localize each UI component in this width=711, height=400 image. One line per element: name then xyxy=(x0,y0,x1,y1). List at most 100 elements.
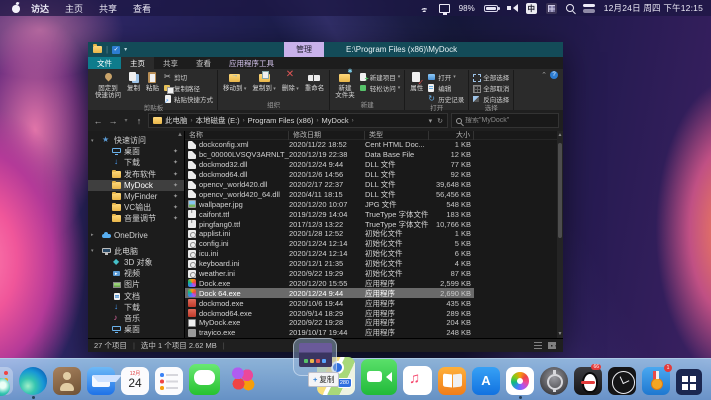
ribbon-button-新建项目[interactable]: 新建项目▾ xyxy=(359,72,402,83)
ribbon-collapse-icon[interactable]: ⌃ xyxy=(541,71,547,79)
menu-bar-clock[interactable]: 12月24日 周四 下午12:15 xyxy=(604,2,703,14)
apple-menu-icon[interactable] xyxy=(12,3,21,13)
sidebar-section-OneDrive[interactable]: ▸ OneDrive xyxy=(88,230,184,241)
sidebar-item-MyDock[interactable]: MyDock ✦ xyxy=(88,179,184,191)
sidebar-item-下载[interactable]: 下载 xyxy=(88,302,184,313)
sidebar-item-图片[interactable]: 图片 xyxy=(88,279,184,290)
sidebar-section-快速访问[interactable]: ▾快速访问 xyxy=(88,135,184,146)
reminders-icon[interactable] xyxy=(155,367,183,395)
calendar-icon[interactable]: 12月 24 xyxy=(121,367,149,395)
sidebar-section-此电脑[interactable]: ▾ 此电脑 xyxy=(88,246,184,257)
ribbon-tab-1[interactable]: 主页 xyxy=(121,57,154,69)
ribbon-button-粘贴快捷方式[interactable]: 粘贴快捷方式 xyxy=(163,94,214,105)
ribbon-button-打开[interactable]: 打开 ▾ xyxy=(427,72,465,82)
ribbon-button-重命名[interactable]: 重命名 xyxy=(303,70,327,93)
chevron-icon[interactable]: ▸ xyxy=(91,232,94,238)
breadcrumb-item-2[interactable]: Program Files (x86) xyxy=(248,116,314,125)
chevron-icon[interactable]: ▾ xyxy=(91,248,94,254)
up-button[interactable]: ↑ xyxy=(133,116,145,126)
control-center-icon[interactable] xyxy=(582,3,595,13)
ribbon-tab-4[interactable]: 应用程序工具 xyxy=(220,57,283,69)
mail-icon[interactable] xyxy=(87,367,122,395)
input-method-icon[interactable]: 中 xyxy=(525,2,537,14)
ribbon-button-新建文件夹[interactable]: 新建文件夹 xyxy=(333,69,357,100)
ribbon-button-剪切[interactable]: 剪切 xyxy=(163,72,214,82)
ribbon-tab-0[interactable]: 文件 xyxy=(88,57,121,69)
sidebar-item-下载[interactable]: 下载✦ xyxy=(88,157,184,168)
volume-icon[interactable] xyxy=(506,4,518,13)
context-tab-manage[interactable]: 管理 xyxy=(284,42,324,57)
title-bar[interactable]: | ✓ ▾ 管理 E:\Program Files (x86)\MyDock xyxy=(88,42,563,57)
help-icon[interactable]: ? xyxy=(550,71,558,79)
messages-icon[interactable] xyxy=(189,364,220,395)
column-header-0[interactable]: 名称 xyxy=(185,131,289,140)
sidebar-item-桌面[interactable]: 桌面 xyxy=(88,324,184,335)
address-dropdown-icon[interactable]: ▾ xyxy=(429,117,433,125)
table-row[interactable]: trayico.exe 2019/10/17 19:44 应用程序 248 KB xyxy=(185,328,563,338)
recent-locations-icon[interactable]: ▾ xyxy=(122,117,130,124)
column-header-2[interactable]: 类型 xyxy=(365,131,429,140)
keyboard-layout-icon[interactable] xyxy=(545,2,557,14)
sidebar-item-文档[interactable]: 文档 xyxy=(88,290,184,301)
rewards-icon[interactable]: 1 xyxy=(642,364,672,395)
scroll-down-icon[interactable]: ▼ xyxy=(557,331,563,337)
breadcrumb-item-1[interactable]: 本地磁盘 (E:) xyxy=(196,115,240,126)
address-field[interactable]: 此电脑 › 本地磁盘 (E:) › Program Files (x86) › MyDock… xyxy=(148,113,448,128)
clock-icon[interactable] xyxy=(608,367,636,395)
settings-icon[interactable] xyxy=(540,367,568,395)
thumbnail-view-icon[interactable] xyxy=(547,341,557,350)
ribbon-button-编辑[interactable]: 编辑 xyxy=(427,83,465,93)
refresh-icon[interactable]: ↻ xyxy=(437,117,443,125)
menu-item-2[interactable]: 共享 xyxy=(99,2,117,15)
ribbon-button-复制路径[interactable]: 复制路径 xyxy=(163,83,214,94)
battery-icon[interactable] xyxy=(483,4,500,12)
scrollbar-thumb[interactable] xyxy=(558,143,562,238)
back-button[interactable]: ← xyxy=(92,116,104,126)
ribbon-button-属性[interactable]: 属性 xyxy=(408,70,425,93)
display-icon[interactable] xyxy=(438,3,450,15)
table-row[interactable]: Dock 64.exe 2020/12/24 9:44 应用程序 2,690 KB xyxy=(185,288,474,299)
ribbon-button-删除[interactable]: 删除 ▾ xyxy=(280,70,301,94)
qq-icon[interactable]: 66 xyxy=(574,364,602,395)
ribbon-button-复制到[interactable]: 复制到 ▾ xyxy=(250,70,277,94)
books-icon[interactable] xyxy=(438,367,466,395)
sidebar-item-桌面[interactable]: 桌面 ✦ xyxy=(88,146,184,157)
facetime-icon[interactable] xyxy=(361,359,397,395)
column-header-1[interactable]: 修改日期 xyxy=(289,131,365,140)
wifi-icon[interactable] xyxy=(419,4,430,13)
photos-icon[interactable] xyxy=(506,367,534,399)
ribbon-button-全部取消[interactable]: 全部取消 xyxy=(472,83,510,93)
ribbon-button-轻松访问[interactable]: 轻松访问 ▾ xyxy=(359,83,402,93)
menu-item-1[interactable]: 主页 xyxy=(65,2,83,15)
windows-icon[interactable] xyxy=(676,369,702,395)
sidebar-item-3D 对象[interactable]: 3D 对象 xyxy=(88,257,184,268)
ribbon-button-全部选择[interactable]: 全部选择 xyxy=(472,72,510,82)
forward-button[interactable]: → xyxy=(107,116,119,126)
sidebar-item-VC输出[interactable]: VC输出 ✦ xyxy=(88,202,184,213)
details-view-icon[interactable] xyxy=(533,341,543,350)
table-row[interactable]: dockconfig.xml 2020/11/22 18:52 Cent HTML … xyxy=(185,140,563,150)
media-icon[interactable] xyxy=(226,362,259,395)
ribbon-button-反向选择[interactable]: 反向选择 xyxy=(472,94,510,104)
sidebar-item-发布软件[interactable]: 发布软件 ✦ xyxy=(88,169,184,180)
sidebar-item-音乐[interactable]: 音乐 xyxy=(88,313,184,324)
menu-item-0[interactable]: 访达 xyxy=(31,2,49,15)
contacts-icon[interactable] xyxy=(53,367,81,395)
search-icon[interactable] xyxy=(565,4,574,12)
quick-access-properties-icon[interactable]: ✓ xyxy=(112,45,121,54)
sidebar-item-MyFinder[interactable]: MyFinder ✦ xyxy=(88,191,184,202)
sidebar-item-视频[interactable]: 视频 xyxy=(88,268,184,279)
menu-item-3[interactable]: 查看 xyxy=(133,2,151,15)
ribbon-tab-3[interactable]: 查看 xyxy=(187,57,220,69)
quick-access-customize-icon[interactable]: ▾ xyxy=(124,46,127,53)
ribbon-button-复制[interactable]: 复制 xyxy=(125,70,142,93)
sidebar-item-音量调节[interactable]: 音量调节 ✦ xyxy=(88,213,184,224)
chevron-icon[interactable]: ▾ xyxy=(91,138,94,144)
breadcrumb-item-3[interactable]: MyDock xyxy=(322,116,349,125)
appstore-icon[interactable] xyxy=(472,367,500,395)
search-input[interactable] xyxy=(465,117,554,124)
column-header-3[interactable]: 大小 xyxy=(429,131,474,140)
list-scrollbar[interactable]: ▲ ▼ xyxy=(557,131,563,338)
ribbon-button-固定到快速访问[interactable]: 固定到 快速访问 xyxy=(93,70,123,100)
ribbon-button-历史记录[interactable]: 历史记录 xyxy=(427,94,465,104)
